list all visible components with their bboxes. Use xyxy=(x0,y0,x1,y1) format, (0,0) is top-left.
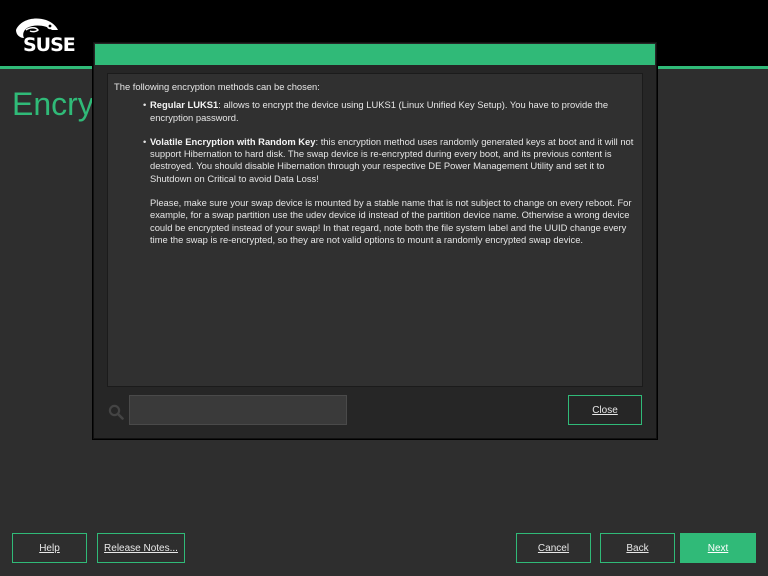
dialog-titlebar xyxy=(95,44,655,65)
next-button-label: Next xyxy=(707,542,729,554)
method-term: Regular LUKS1 xyxy=(150,99,219,111)
back-button-label: Back xyxy=(626,542,649,554)
cancel-button-label: Cancel xyxy=(537,542,570,554)
close-button[interactable]: Close xyxy=(568,395,642,425)
encryption-method-list: Regular LUKS1: allows to encrypt the dev… xyxy=(114,99,636,185)
help-button[interactable]: Help xyxy=(12,533,87,563)
release-notes-button-label: Release Notes... xyxy=(104,542,178,554)
help-intro: The following encryption methods can be … xyxy=(114,81,320,92)
release-notes-button[interactable]: Release Notes... xyxy=(97,533,185,563)
back-button[interactable]: Back xyxy=(600,533,675,563)
swap-note: Please, make sure your swap device is mo… xyxy=(150,197,632,245)
page-title: Encry xyxy=(12,86,94,122)
method-term: Volatile Encryption with Random Key xyxy=(150,135,316,147)
method-description: : allows to encrypt the device using LUK… xyxy=(150,99,609,123)
search-icon xyxy=(108,404,124,420)
help-dialog: The following encryption methods can be … xyxy=(93,42,657,439)
list-item: Regular LUKS1: allows to encrypt the dev… xyxy=(143,99,636,124)
search-input[interactable] xyxy=(129,395,347,425)
next-button[interactable]: Next xyxy=(680,533,756,563)
suse-logo-text: SUSE xyxy=(23,34,76,56)
list-item: Volatile Encryption with Random Key: thi… xyxy=(143,135,636,185)
help-text-area[interactable]: The following encryption methods can be … xyxy=(107,73,643,387)
cancel-button[interactable]: Cancel xyxy=(516,533,591,563)
help-button-label: Help xyxy=(39,542,60,554)
